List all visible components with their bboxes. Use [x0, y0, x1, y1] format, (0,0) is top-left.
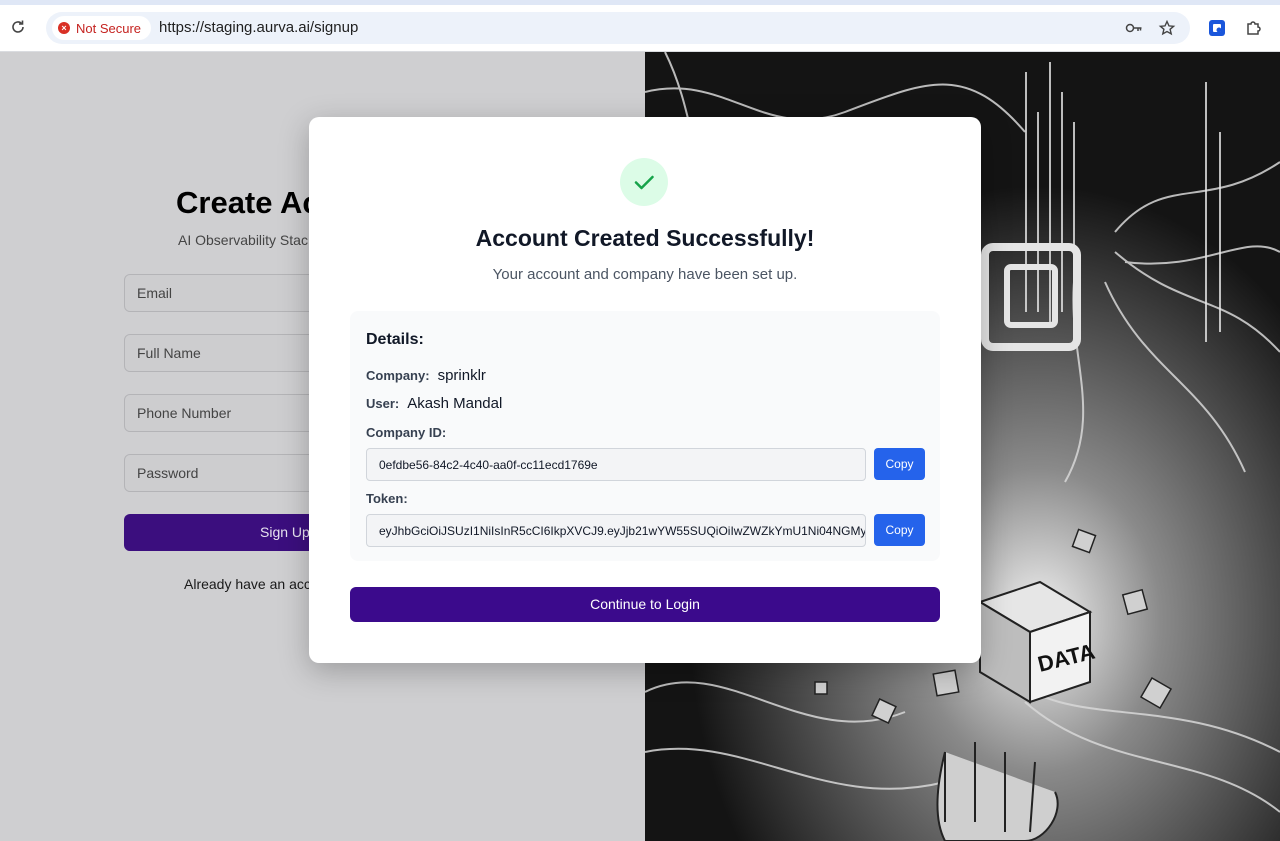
bookmark-star-icon[interactable]: [1158, 20, 1176, 36]
sign-up-label: Sign Up: [260, 524, 310, 540]
reload-icon[interactable]: [10, 19, 26, 35]
token-label: Token:: [366, 491, 408, 506]
full-name-placeholder: Full Name: [137, 345, 201, 361]
login-prompt: Already have an acc: [184, 576, 311, 592]
copy-token-button[interactable]: Copy: [874, 514, 925, 546]
user-row: User: Akash Mandal: [366, 395, 502, 412]
modal-subtitle: Your account and company have been set u…: [492, 266, 798, 283]
token-value: eyJhbGciOiJSUzI1NiIsInR5cCI6IkpXVCJ9.eyJ…: [379, 524, 866, 538]
company-id-label: Company ID:: [366, 425, 447, 440]
details-heading: Details:: [366, 331, 424, 348]
company-id-field[interactable]: 0efdbe56-84c2-4c40-aa0f-cc11ecd1769e: [366, 448, 866, 481]
tab-strip-edge: [0, 0, 1280, 5]
modal-title: Account Created Successfully!: [475, 225, 815, 251]
url-text[interactable]: https://staging.aurva.ai/signup: [159, 19, 358, 36]
company-label: Company:: [366, 368, 430, 383]
success-modal: Account Created Successfully! Your accou…: [309, 117, 981, 663]
token-field[interactable]: eyJhbGciOiJSUzI1NiIsInR5cCI6IkpXVCJ9.eyJ…: [366, 514, 866, 547]
extensions-puzzle-icon[interactable]: [1244, 18, 1264, 38]
address-bar[interactable]: × Not Secure https://staging.aurva.ai/si…: [46, 12, 1190, 44]
success-check-icon: [620, 158, 668, 206]
browser-toolbar: × Not Secure https://staging.aurva.ai/si…: [0, 0, 1280, 52]
warning-icon: ×: [58, 22, 70, 34]
key-icon[interactable]: [1125, 20, 1143, 36]
signup-title: Create Ac: [176, 185, 320, 220]
company-id-value: 0efdbe56-84c2-4c40-aa0f-cc11ecd1769e: [379, 458, 598, 472]
company-value: sprinklr: [437, 367, 486, 384]
email-placeholder: Email: [137, 285, 173, 301]
user-label: User:: [366, 396, 400, 411]
phone-number-placeholder: Phone Number: [137, 405, 232, 421]
security-label: Not Secure: [76, 20, 142, 36]
copy-company-id-button[interactable]: Copy: [874, 448, 925, 480]
password-placeholder: Password: [137, 465, 199, 481]
security-chip[interactable]: × Not Secure: [52, 16, 152, 40]
signup-subtitle: AI Observability Stac: [178, 232, 308, 248]
user-value: Akash Mandal: [407, 395, 503, 412]
details-card: Details: Company: sprinklr User: Akash M…: [350, 311, 940, 561]
extension-badge-icon[interactable]: [1207, 18, 1227, 38]
company-row: Company: sprinklr: [366, 367, 486, 384]
continue-to-login-button[interactable]: Continue to Login: [350, 587, 940, 622]
